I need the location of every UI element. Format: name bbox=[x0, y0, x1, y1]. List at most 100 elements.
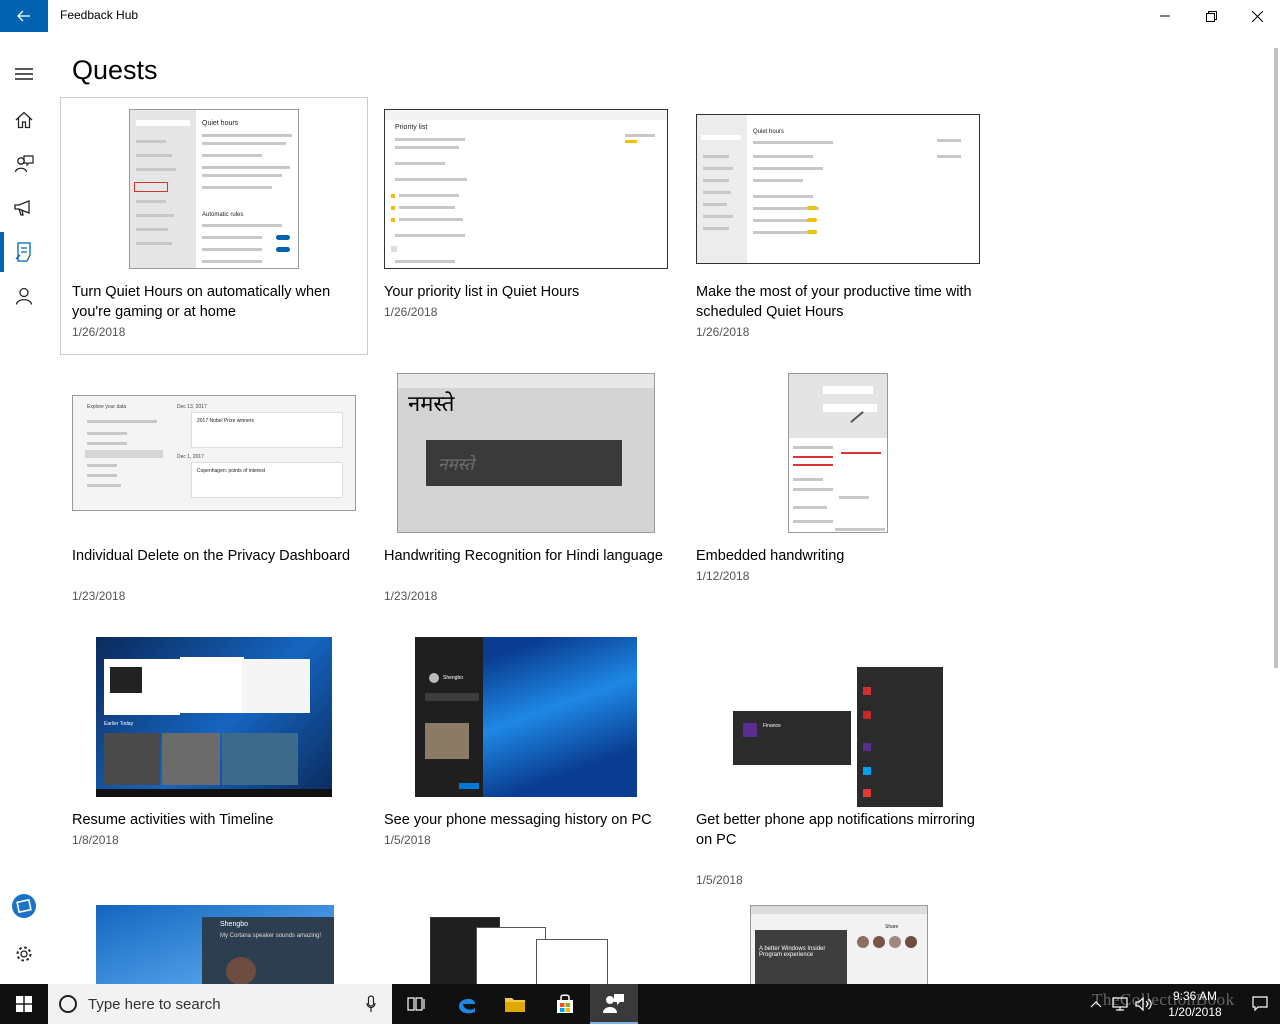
microphone-icon bbox=[366, 995, 376, 1012]
thumb-contact: Shengbo bbox=[443, 675, 464, 681]
thumb-heading: Priority list bbox=[395, 124, 428, 131]
quest-thumbnail bbox=[696, 369, 980, 537]
quest-date: 1/26/2018 bbox=[384, 305, 438, 319]
quest-image: नमस्ते नमस्ते bbox=[397, 373, 655, 533]
insider-icon bbox=[12, 894, 36, 918]
thumb-heading: Quiet hours bbox=[753, 129, 785, 135]
taskbar: Type here to search 9:36 AM 1/20/2018 bbox=[0, 984, 1280, 1024]
nav-quests-button[interactable] bbox=[0, 230, 48, 274]
quest-card[interactable]: Priority list Your priority list in Quie… bbox=[372, 97, 680, 355]
nav-settings-button[interactable] bbox=[0, 932, 48, 976]
quest-title: Resume activities with Timeline bbox=[72, 812, 274, 828]
quest-thumbnail: Shengbo My Cortana speaker sounds amazin… bbox=[96, 905, 334, 984]
restore-icon bbox=[1205, 10, 1217, 22]
action-center-button[interactable] bbox=[1240, 984, 1280, 1024]
nav-profile-button[interactable] bbox=[0, 274, 48, 318]
quest-thumbnail: Priority list bbox=[384, 105, 668, 273]
nav-feedback-button[interactable] bbox=[0, 142, 48, 186]
quest-title: Individual Delete on the Privacy Dashboa… bbox=[72, 548, 351, 564]
quest-title: See your phone messaging history on PC bbox=[384, 812, 652, 828]
hamburger-icon bbox=[15, 68, 33, 80]
nav-insider-button[interactable] bbox=[0, 884, 48, 928]
quest-image: Finance bbox=[733, 667, 943, 807]
thumb-date: Dec 1, 2017 bbox=[177, 454, 204, 460]
thumb-contact: Shengbo bbox=[220, 921, 249, 928]
quest-date: 1/5/2018 bbox=[696, 873, 743, 887]
quest-title: Embedded handwriting bbox=[696, 548, 845, 564]
notification-icon bbox=[1252, 996, 1268, 1012]
quest-card[interactable] bbox=[372, 897, 680, 984]
close-button[interactable] bbox=[1234, 0, 1280, 32]
minimize-icon bbox=[1160, 15, 1170, 17]
quest-card[interactable]: Shengbo See your phone messaging history… bbox=[372, 625, 680, 883]
back-button[interactable] bbox=[0, 0, 48, 32]
quest-thumbnail: Earlier Today bbox=[72, 633, 356, 801]
quest-date: 1/23/2018 bbox=[72, 589, 126, 603]
quest-image: Quiet hours bbox=[696, 114, 980, 264]
quest-image: Quiet hours Automatic rules bbox=[129, 109, 299, 269]
quest-card[interactable]: A better Windows Insider Program experie… bbox=[684, 897, 992, 984]
quest-title: Make the most of your productive time wi… bbox=[696, 284, 972, 320]
quest-date: 1/26/2018 bbox=[696, 325, 750, 339]
quest-thumbnail: Finance bbox=[696, 653, 980, 821]
folder-icon bbox=[505, 998, 525, 1012]
taskbar-feedback-hub-button[interactable] bbox=[590, 984, 638, 1024]
quest-date: 1/23/2018 bbox=[384, 589, 438, 603]
quest-date: 1/12/2018 bbox=[696, 569, 750, 583]
minimize-button[interactable] bbox=[1142, 0, 1188, 32]
quest-card[interactable]: Embedded handwriting 1/12/2018 bbox=[684, 361, 992, 619]
person-icon bbox=[15, 287, 33, 305]
thumb-message: My Cortana speaker sounds amazing! bbox=[220, 933, 322, 939]
home-icon bbox=[15, 111, 33, 129]
quest-card[interactable]: Earlier Today Resume activities with Tim… bbox=[60, 625, 368, 883]
watermark-text: TheCollectionBook bbox=[1092, 990, 1235, 1009]
title-bar: Feedback Hub bbox=[0, 0, 1280, 32]
quest-card[interactable]: Quiet hours Make the most of your produc… bbox=[684, 97, 992, 355]
thumb-share: Share bbox=[885, 924, 899, 930]
feedback-icon bbox=[14, 155, 34, 173]
quest-title: Turn Quiet Hours on automatically when y… bbox=[72, 284, 331, 320]
thumb-hindi-ink: नमस्ते bbox=[438, 455, 474, 475]
quest-date: 1/8/2018 bbox=[72, 833, 119, 847]
thumb-app: Finance bbox=[763, 723, 781, 729]
thumb-heading: Explore your data bbox=[87, 404, 127, 410]
nav-home-button[interactable] bbox=[0, 98, 48, 142]
store-bag-icon bbox=[557, 994, 573, 1013]
scrollbar-thumb[interactable] bbox=[1274, 48, 1278, 668]
quest-title: Your priority list in Quiet Hours bbox=[384, 284, 580, 300]
taskbar-explorer-button[interactable] bbox=[491, 984, 539, 1024]
taskbar-store-button[interactable] bbox=[541, 984, 589, 1024]
back-arrow-icon bbox=[17, 10, 30, 22]
taskbar-edge-button[interactable] bbox=[443, 984, 491, 1024]
thumb-promo: A better Windows Insider Program experie… bbox=[759, 946, 826, 958]
quest-card[interactable]: Explore your data Dec 13, 2017 2017 Nobe… bbox=[60, 361, 368, 619]
task-view-icon bbox=[407, 997, 425, 1011]
page-title: Quests bbox=[72, 55, 158, 85]
taskbar-search-box[interactable]: Type here to search bbox=[48, 984, 392, 1024]
quest-card[interactable]: Finance Get better phone app notificatio… bbox=[684, 625, 992, 887]
quest-card[interactable]: Shengbo My Cortana speaker sounds amazin… bbox=[60, 897, 368, 984]
quest-image bbox=[788, 373, 888, 533]
quest-thumbnail: A better Windows Insider Program experie… bbox=[750, 905, 928, 984]
thumb-heading: Earlier Today bbox=[104, 721, 134, 727]
quest-card[interactable]: Quiet hours Automatic rules Turn Quiet H… bbox=[60, 97, 368, 355]
windows-logo-icon bbox=[16, 996, 32, 1012]
quest-title: Get better phone app notifications mirro… bbox=[696, 812, 975, 848]
quest-thumbnail: नमस्ते नमस्ते bbox=[384, 369, 668, 537]
nav-menu-button[interactable] bbox=[0, 52, 48, 96]
thumb-date: Dec 13, 2017 bbox=[177, 404, 207, 410]
thumb-item: Copenhagen: points of interest bbox=[197, 468, 266, 474]
nav-announcements-button[interactable] bbox=[0, 186, 48, 230]
quest-thumbnail: Quiet hours bbox=[696, 105, 980, 273]
cortana-circle-icon bbox=[59, 995, 77, 1013]
quest-card[interactable]: नमस्ते नमस्ते Handwriting Recognition fo… bbox=[372, 361, 680, 619]
quest-image: Explore your data Dec 13, 2017 2017 Nobe… bbox=[72, 395, 356, 511]
restore-button[interactable] bbox=[1188, 0, 1234, 32]
quest-date: 1/5/2018 bbox=[384, 833, 431, 847]
gear-icon bbox=[16, 946, 32, 962]
thumb-hindi-word: नमस्ते bbox=[408, 392, 455, 417]
quest-image: Priority list bbox=[384, 109, 668, 269]
start-button[interactable] bbox=[0, 984, 48, 1024]
quest-title: Handwriting Recognition for Hindi langua… bbox=[384, 548, 663, 564]
task-view-button[interactable] bbox=[392, 984, 440, 1024]
